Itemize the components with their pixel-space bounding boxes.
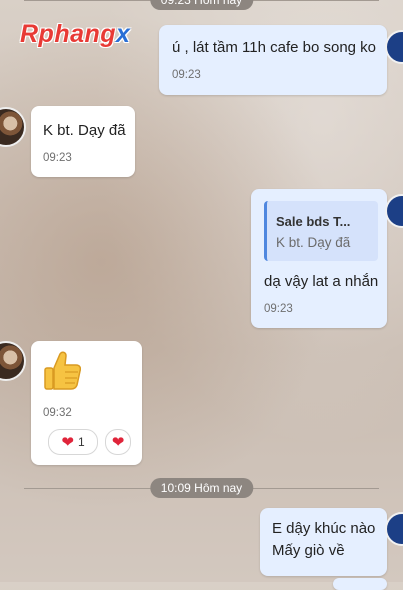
message-time: 09:23 — [264, 303, 293, 315]
message-time: 09:32 — [43, 407, 72, 419]
watermark-logo: Rphangx — [20, 20, 131, 48]
time-divider-label: 10:09 Hôm nay — [149, 478, 254, 498]
heart-icon: ❤ — [61, 433, 74, 451]
reaction-count: 1 — [77, 435, 85, 449]
reaction-count-badge[interactable]: ❤ 1 — [48, 429, 98, 455]
quoted-text: K bt. Dạy đã — [276, 235, 351, 250]
thumbs-up-icon — [44, 351, 81, 390]
quoted-message[interactable]: Sale bds T... K bt. Dạy đã — [264, 201, 378, 261]
message-bubble-outgoing[interactable]: E dậy khúc nào Mấy giò về — [260, 508, 387, 576]
time-divider-top: 09:23 Hôm nay — [24, 0, 379, 10]
message-text: E dậy khúc nào — [272, 520, 376, 537]
message-bubble-sticker[interactable]: 09:32 ❤ 1 ❤ — [31, 341, 142, 465]
add-reaction-button[interactable]: ❤ — [105, 429, 131, 455]
time-divider-label: 09:23 Hôm nay — [149, 0, 254, 10]
heart-icon: ❤ — [111, 433, 125, 451]
message-text: dạ vậy lat a nhắn — [264, 273, 379, 290]
message-bubble-reply[interactable]: Sale bds T... K bt. Dạy đã dạ vậy lat a … — [251, 189, 387, 328]
message-text: ú , lát tầm 11h cafe bo song ko — [172, 39, 377, 56]
message-bubble-outgoing[interactable]: ú , lát tầm 11h cafe bo song ko 09:23 — [159, 25, 387, 95]
time-divider: 10:09 Hôm nay — [24, 478, 379, 498]
message-time: 09:23 — [43, 152, 72, 164]
message-bubble-incoming[interactable]: K bt. Dạy đã 09:23 — [31, 106, 135, 177]
message-text: Mấy giò về — [272, 542, 345, 559]
quoted-sender-name: Sale bds T... — [276, 214, 351, 229]
message-time: 09:23 — [172, 69, 201, 81]
message-text: K bt. Dạy đã — [43, 122, 126, 139]
message-bubble-partial[interactable] — [333, 578, 387, 590]
